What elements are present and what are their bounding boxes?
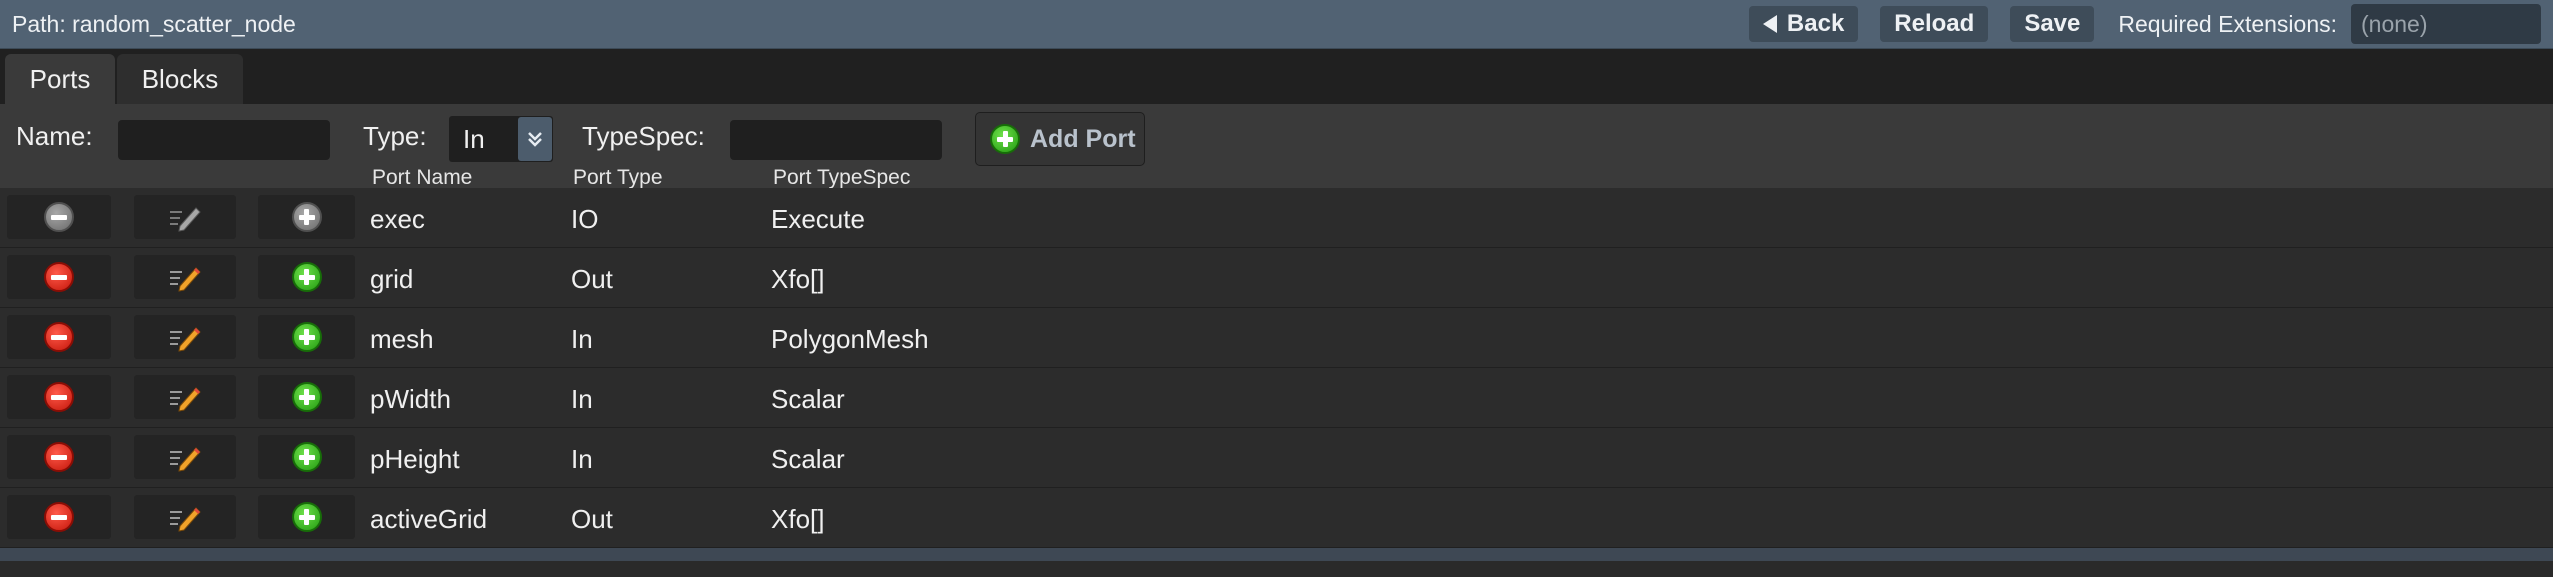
port-name: mesh (370, 324, 434, 354)
port-type: In (571, 324, 593, 354)
edit-port-button[interactable] (134, 255, 236, 299)
port-name: pHeight (370, 444, 460, 474)
table-row: mesh In PolygonMesh (0, 308, 2553, 368)
pencil-icon (170, 327, 201, 352)
ports-table: exec IO Execute grid Out Xfo[] mesh In P… (0, 188, 2553, 548)
type-select[interactable]: In (449, 116, 553, 162)
remove-port-button[interactable] (7, 255, 111, 299)
type-label: Type: (363, 121, 427, 151)
port-name: activeGrid (370, 504, 488, 534)
typespec-input[interactable] (730, 120, 942, 160)
port-typespec: PolygonMesh (771, 324, 929, 354)
remove-port-button[interactable] (7, 315, 111, 359)
pencil-icon (170, 507, 201, 532)
add-icon (990, 124, 1020, 154)
port-name: exec (370, 204, 425, 234)
save-button[interactable]: Save (2010, 6, 2095, 42)
column-header-port-type: Port Type (573, 166, 663, 189)
insert-port-button[interactable] (258, 315, 355, 359)
name-input[interactable] (118, 120, 330, 160)
tab-blocks[interactable]: Blocks (117, 54, 243, 104)
edit-port-button[interactable] (134, 495, 236, 539)
edit-port-button[interactable] (134, 435, 236, 479)
add-icon (291, 262, 322, 292)
remove-icon (44, 262, 74, 292)
back-button-label: Back (1786, 10, 1845, 37)
type-select-value: In (463, 123, 485, 154)
add-port-button-label: Add Port (1030, 124, 1136, 153)
port-typespec: Xfo[] (771, 264, 825, 294)
bottom-scroll-strip[interactable] (0, 548, 2553, 561)
insert-port-button[interactable] (258, 255, 355, 299)
remove-port-button[interactable] (7, 495, 111, 539)
pencil-icon (170, 447, 201, 472)
port-name: grid (370, 264, 414, 294)
port-type: Out (571, 504, 613, 534)
tab-bar: Ports Blocks (0, 49, 2553, 104)
remove-icon (44, 202, 74, 232)
port-typespec: Execute (771, 204, 865, 234)
tab-ports[interactable]: Ports (5, 54, 115, 104)
port-type: In (571, 444, 593, 474)
pencil-icon (170, 267, 201, 292)
node-path: Path: random_scatter_node (12, 10, 296, 37)
back-arrow-icon (1762, 15, 1777, 33)
add-port-button[interactable]: Add Port (975, 112, 1145, 166)
table-row: exec IO Execute (0, 188, 2553, 248)
add-icon (291, 322, 322, 352)
pencil-icon (170, 207, 201, 232)
port-type: In (571, 384, 593, 414)
port-name: pWidth (370, 384, 451, 414)
add-icon (291, 202, 322, 232)
port-type: Out (571, 264, 613, 294)
port-typespec: Xfo[] (771, 504, 825, 534)
name-label: Name: (16, 121, 93, 151)
remove-icon (44, 322, 74, 352)
add-port-form: Name: Type: In TypeSpec: Add Port Port N… (0, 104, 2553, 189)
remove-port-button[interactable] (7, 195, 111, 239)
reload-button-label: Reload (1894, 10, 1975, 37)
insert-port-button[interactable] (258, 375, 355, 419)
port-type: IO (571, 204, 599, 234)
insert-port-button[interactable] (258, 435, 355, 479)
column-header-port-typespec: Port TypeSpec (773, 166, 911, 189)
add-icon (291, 382, 322, 412)
remove-port-button[interactable] (7, 375, 111, 419)
remove-icon (44, 382, 74, 412)
add-icon (291, 502, 322, 532)
typespec-label: TypeSpec: (582, 121, 705, 151)
chevron-down-icon[interactable] (518, 117, 552, 161)
save-button-label: Save (2024, 10, 2081, 37)
remove-icon (44, 502, 74, 532)
remove-port-button[interactable] (7, 435, 111, 479)
edit-port-button[interactable] (134, 375, 236, 419)
required-extensions-label: Required Extensions: (2118, 10, 2337, 37)
table-row: activeGrid Out Xfo[] (0, 488, 2553, 548)
port-typespec: Scalar (771, 384, 845, 414)
header-bar: Path: random_scatter_node Back Reload Sa… (0, 0, 2553, 49)
remove-icon (44, 442, 74, 472)
reload-button[interactable]: Reload (1880, 6, 1989, 42)
insert-port-button[interactable] (258, 495, 355, 539)
edit-port-button[interactable] (134, 315, 236, 359)
table-row: pWidth In Scalar (0, 368, 2553, 428)
add-icon (291, 442, 322, 472)
table-row: grid Out Xfo[] (0, 248, 2553, 308)
column-header-port-name: Port Name (372, 166, 473, 189)
edit-port-button[interactable] (134, 195, 236, 239)
insert-port-button[interactable] (258, 195, 355, 239)
table-row: pHeight In Scalar (0, 428, 2553, 488)
back-button[interactable]: Back (1748, 6, 1859, 42)
required-extensions-input[interactable]: (none) (2351, 4, 2541, 44)
port-typespec: Scalar (771, 444, 845, 474)
pencil-icon (170, 387, 201, 412)
